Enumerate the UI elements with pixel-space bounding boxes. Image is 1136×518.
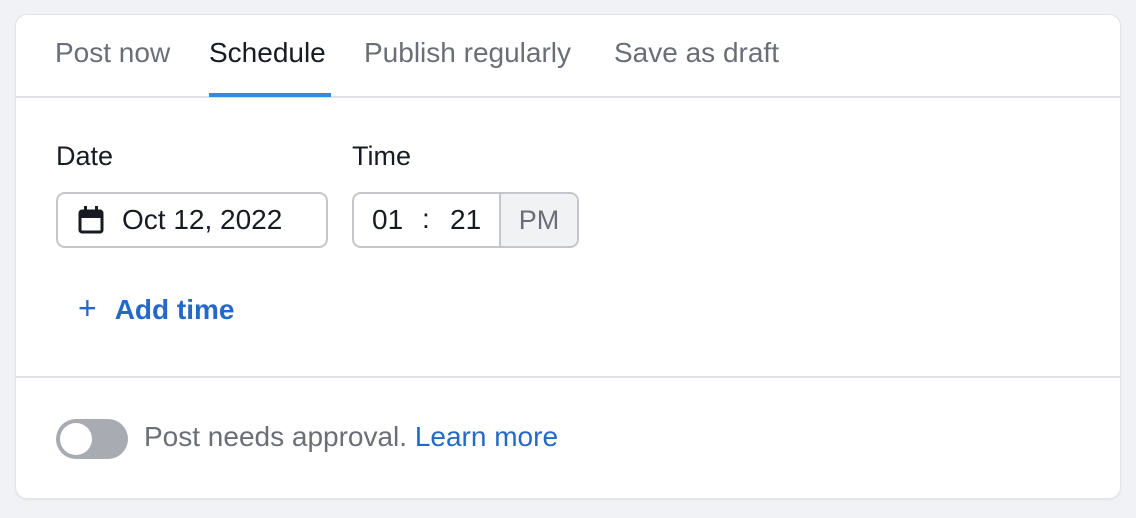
tab-bar: Post now Schedule Publish regularly Save… — [16, 15, 1120, 98]
tab-schedule[interactable]: Schedule — [209, 37, 326, 69]
plus-icon: + — [78, 290, 97, 326]
time-label: Time — [352, 141, 411, 171]
approval-text: Post needs approval. — [144, 421, 408, 452]
add-time-button[interactable]: + Add time — [78, 290, 235, 328]
tab-save-as-draft[interactable]: Save as draft — [614, 37, 779, 69]
approval-toggle[interactable] — [56, 419, 128, 459]
am-pm-toggle[interactable]: PM — [499, 194, 577, 246]
time-separator: : — [422, 203, 430, 234]
approval-text-row: Post needs approval. Learn more — [144, 421, 558, 453]
tab-publish-regularly[interactable]: Publish regularly — [364, 37, 571, 69]
add-time-label: Add time — [114, 293, 235, 325]
hour-field[interactable]: 01 — [372, 204, 403, 236]
learn-more-link[interactable]: Learn more — [415, 421, 558, 452]
tab-post-now[interactable]: Post now — [55, 37, 170, 69]
calendar-icon — [78, 206, 104, 239]
date-label: Date — [56, 141, 114, 171]
date-value: Oct 12, 2022 — [122, 204, 283, 235]
toggle-knob — [60, 423, 92, 455]
publish-options-card: Post now Schedule Publish regularly Save… — [15, 14, 1121, 499]
date-picker-input[interactable]: Oct 12, 2022 — [56, 192, 328, 248]
minute-field[interactable]: 21 — [450, 204, 481, 236]
time-picker-input[interactable]: 01 : 21 PM — [352, 192, 579, 248]
section-divider — [16, 376, 1120, 378]
active-tab-indicator — [209, 93, 331, 97]
